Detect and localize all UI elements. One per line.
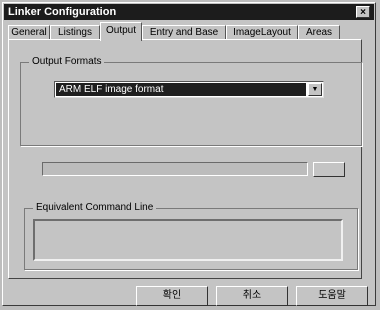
chevron-down-icon: ▼	[311, 86, 319, 93]
command-line-field[interactable]	[33, 219, 343, 261]
output-format-select[interactable]: ARM ELF image format ▼	[54, 81, 324, 98]
help-button[interactable]: 도움말	[296, 286, 368, 306]
dialog-title: Linker Configuration	[8, 6, 117, 18]
close-icon: ×	[360, 7, 366, 18]
tab-areas[interactable]: Areas	[298, 25, 340, 40]
output-formats-group: Output Formats	[20, 56, 362, 146]
tab-label: Areas	[305, 27, 333, 38]
title-bar: Linker Configuration ×	[4, 4, 374, 20]
help-button-label: 도움말	[318, 290, 346, 301]
tab-label: Output	[105, 25, 137, 36]
ok-button-label: 확인	[162, 290, 182, 301]
ok-button[interactable]: 확인	[136, 286, 208, 306]
tab-label: Entry and Base	[149, 27, 219, 38]
tab-image-layout[interactable]: ImageLayout	[226, 25, 298, 40]
tab-label: Listings	[58, 27, 92, 38]
tab-output[interactable]: Output	[100, 22, 142, 41]
tab-general[interactable]: General	[8, 25, 50, 40]
tab-listings[interactable]: Listings	[50, 25, 100, 40]
close-button[interactable]: ×	[356, 6, 370, 18]
output-format-selected: ARM ELF image format	[56, 83, 306, 96]
cancel-button-label: 취소	[242, 290, 262, 301]
tab-label: General	[11, 27, 47, 38]
tab-label: ImageLayout	[233, 27, 291, 38]
tab-entry-and-base[interactable]: Entry and Base	[142, 25, 226, 40]
command-line-group: Equivalent Command Line	[24, 202, 358, 270]
output-file-bar	[42, 162, 308, 176]
dropdown-button[interactable]: ▼	[308, 83, 322, 96]
cancel-button[interactable]: 취소	[216, 286, 288, 306]
browse-button[interactable]	[313, 162, 345, 177]
output-formats-label: Output Formats	[29, 56, 105, 68]
command-line-label: Equivalent Command Line	[33, 202, 157, 214]
